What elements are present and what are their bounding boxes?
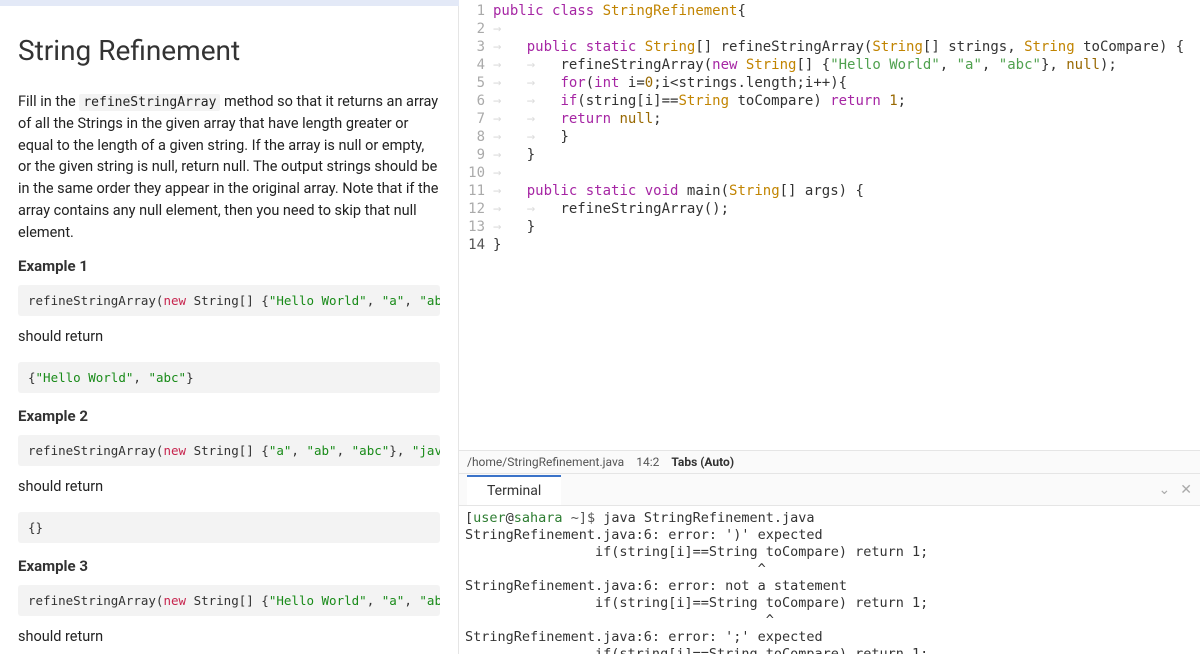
- problem-panel: String Refinement Fill in the refineStri…: [0, 0, 459, 654]
- problem-title: String Refinement: [18, 34, 440, 67]
- example-1-input: refineStringArray(new String[] {"Hello W…: [18, 285, 440, 316]
- terminal-output[interactable]: [user@sahara ~]$ java StringRefinement.j…: [459, 506, 1200, 654]
- terminal-panel: Terminal ⌄ ✕ [user@sahara ~]$ java Strin…: [459, 473, 1200, 654]
- terminal-tab-actions: ⌄ ✕: [1159, 482, 1192, 498]
- terminal-tab-bar: Terminal ⌄ ✕: [459, 474, 1200, 506]
- editor-status-bar: /home/StringRefinement.java 14:2 Tabs (A…: [459, 450, 1200, 473]
- status-tabs-mode: Tabs (Auto): [671, 455, 734, 469]
- chevron-down-icon[interactable]: ⌄: [1159, 482, 1171, 498]
- example-2-title: Example 2: [18, 407, 440, 425]
- tab-terminal[interactable]: Terminal: [467, 475, 561, 505]
- example-3-input: refineStringArray(new String[] {"Hello W…: [18, 585, 440, 616]
- inline-code: refineStringArray: [79, 94, 220, 111]
- example-1-title: Example 1: [18, 257, 440, 275]
- example-3-title: Example 3: [18, 557, 440, 575]
- example-1-output: {"Hello World", "abc"}: [18, 362, 440, 393]
- example-2-input: refineStringArray(new String[] {"a", "ab…: [18, 435, 440, 466]
- status-file-path: /home/StringRefinement.java: [467, 455, 624, 469]
- top-strip: [0, 0, 459, 6]
- right-panel: 1public class StringRefinement{ 2→ 3→ pu…: [459, 0, 1200, 654]
- example-2-output: {}: [18, 512, 440, 543]
- status-cursor-pos: 14:2: [636, 455, 659, 469]
- example-3-return-label: should return: [18, 626, 440, 648]
- code-editor[interactable]: 1public class StringRefinement{ 2→ 3→ pu…: [459, 0, 1200, 450]
- problem-description: Fill in the refineStringArray method so …: [18, 91, 440, 243]
- example-2-return-label: should return: [18, 476, 440, 498]
- example-1-return-label: should return: [18, 326, 440, 348]
- close-icon[interactable]: ✕: [1180, 482, 1192, 498]
